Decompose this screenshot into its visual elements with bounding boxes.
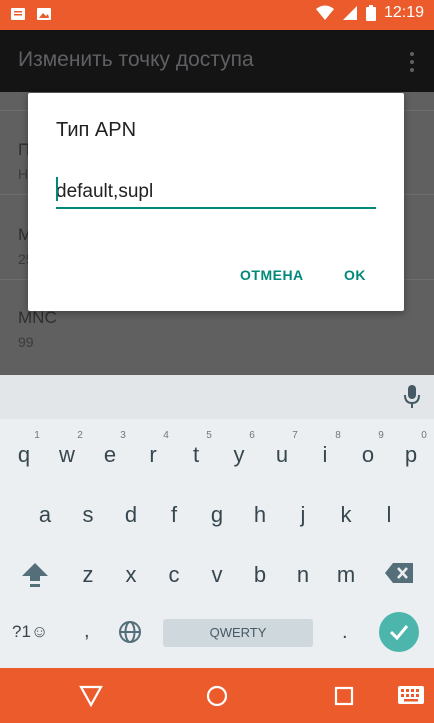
- key-u[interactable]: u: [267, 442, 297, 468]
- key-hint: 7: [292, 430, 298, 441]
- overflow-menu-icon[interactable]: [410, 52, 416, 76]
- key-l[interactable]: l: [374, 502, 404, 528]
- battery-icon: [365, 5, 376, 21]
- key-hint: 6: [249, 430, 255, 441]
- key-f[interactable]: f: [159, 502, 189, 528]
- list-item-title: MNC: [18, 308, 57, 327]
- back-icon[interactable]: [79, 685, 103, 707]
- key-hint: 4: [163, 430, 169, 441]
- key-m[interactable]: m: [331, 562, 361, 588]
- list-item-value: 99: [18, 334, 34, 350]
- home-icon[interactable]: [206, 685, 228, 707]
- ok-button[interactable]: OK: [344, 267, 366, 283]
- list-item-value: Н: [18, 166, 29, 182]
- clock: 12:19: [383, 4, 424, 21]
- key-t[interactable]: t: [181, 442, 211, 468]
- keyboard: 1 q 2 w 3 e 4 r 5 t 6 y 7 u 8 i 9 o 0 p …: [0, 375, 434, 668]
- backspace-icon[interactable]: [385, 563, 413, 583]
- image-notification-icon: [37, 8, 51, 20]
- key-b[interactable]: b: [245, 562, 275, 588]
- notification-icon: [11, 8, 25, 20]
- navigation-bar: [0, 668, 434, 723]
- key-j[interactable]: j: [288, 502, 318, 528]
- key-k[interactable]: k: [331, 502, 361, 528]
- key-d[interactable]: d: [116, 502, 146, 528]
- key-hint: 8: [335, 430, 341, 441]
- key-c[interactable]: c: [159, 562, 189, 588]
- symbols-key[interactable]: ?1☺: [12, 622, 48, 642]
- key-s[interactable]: s: [73, 502, 103, 528]
- key-hint: 9: [378, 430, 384, 441]
- apn-type-input[interactable]: [56, 177, 376, 209]
- key-hint: 3: [120, 430, 126, 441]
- key-p[interactable]: p: [396, 442, 426, 468]
- key-hint: 2: [77, 430, 83, 441]
- comma-key[interactable]: ,: [84, 620, 90, 643]
- wifi-icon: [315, 5, 334, 20]
- key-hint: 0: [421, 430, 427, 441]
- key-g[interactable]: g: [202, 502, 232, 528]
- signal-icon: [342, 6, 357, 20]
- space-bar[interactable]: QWERTY: [163, 619, 313, 647]
- page-title: Изменить точку доступа: [18, 48, 254, 71]
- key-z[interactable]: z: [73, 562, 103, 588]
- dialog-title: Тип APN: [56, 119, 137, 141]
- key-hint: 1: [34, 430, 40, 441]
- key-o[interactable]: o: [353, 442, 383, 468]
- key-q[interactable]: q: [9, 442, 39, 468]
- globe-icon[interactable]: [118, 620, 142, 644]
- key-r[interactable]: r: [138, 442, 168, 468]
- shift-icon[interactable]: [21, 561, 49, 589]
- recents-icon[interactable]: [334, 686, 354, 706]
- key-i[interactable]: i: [310, 442, 340, 468]
- key-h[interactable]: h: [245, 502, 275, 528]
- key-e[interactable]: e: [95, 442, 125, 468]
- app-bar: Изменить точку доступа: [0, 30, 434, 92]
- key-y[interactable]: y: [224, 442, 254, 468]
- key-a[interactable]: a: [30, 502, 60, 528]
- apn-type-dialog: Тип APN ОТМЕНА OK: [28, 93, 404, 311]
- key-hint: 5: [206, 430, 212, 441]
- cancel-button[interactable]: ОТМЕНА: [240, 267, 304, 283]
- checkmark-icon: [389, 625, 409, 641]
- microphone-icon[interactable]: [404, 385, 420, 409]
- suggestion-strip: [0, 375, 434, 419]
- key-w[interactable]: w: [52, 442, 82, 468]
- status-bar: 12:19: [0, 0, 434, 30]
- key-x[interactable]: x: [116, 562, 146, 588]
- key-v[interactable]: v: [202, 562, 232, 588]
- enter-key[interactable]: [379, 612, 419, 652]
- key-n[interactable]: n: [288, 562, 318, 588]
- keyboard-switch-icon[interactable]: [398, 686, 424, 704]
- text-cursor: [56, 177, 58, 201]
- period-key[interactable]: .: [342, 621, 348, 644]
